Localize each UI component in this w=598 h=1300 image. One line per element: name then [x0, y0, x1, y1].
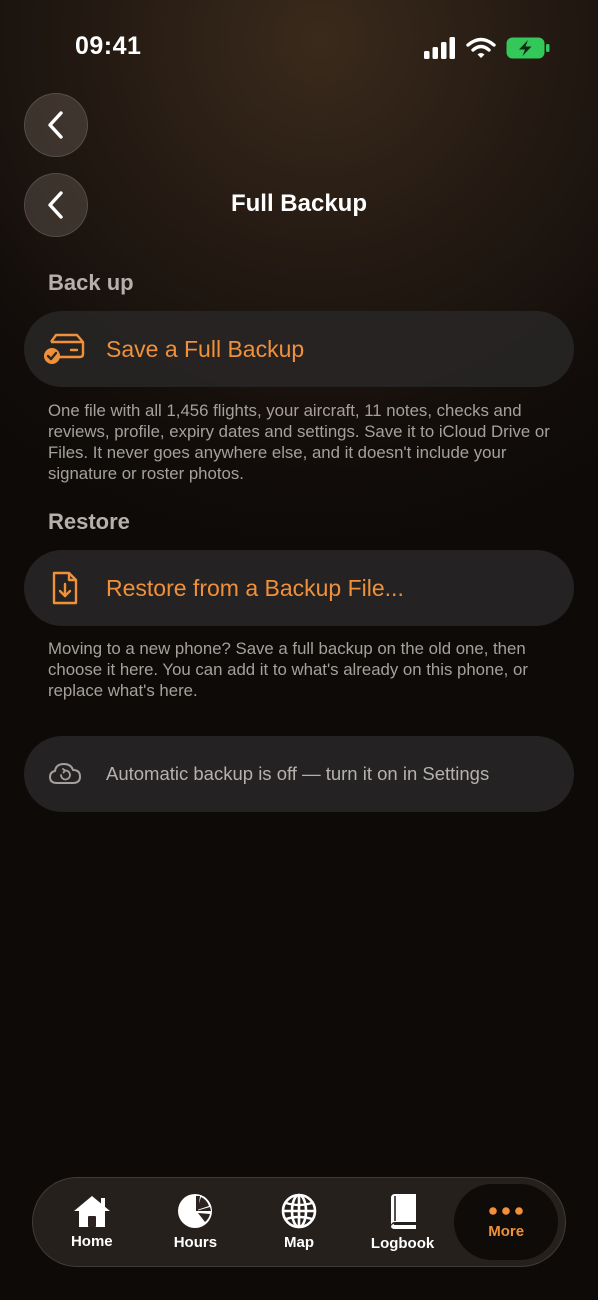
section-header-backup: Back up: [48, 270, 134, 295]
restore-from-backup-button[interactable]: Restore from a Backup File...: [24, 550, 574, 626]
tab-logbook-label: Logbook: [370, 1235, 435, 1252]
automatic-backup-label: Automatic backup is off — turn it on in …: [106, 763, 490, 784]
status-time: 09:41: [75, 32, 142, 60]
tab-home[interactable]: Home: [40, 1184, 144, 1260]
wifi-icon: [466, 37, 496, 58]
page-title: Full Backup: [230, 190, 368, 217]
tab-logbook[interactable]: Logbook: [351, 1184, 455, 1260]
backup-description: One file with all 1,456 flights, your ai…: [48, 401, 550, 483]
chevron-left-icon: [48, 111, 63, 139]
cloud-sync-icon: [24, 761, 106, 787]
tab-home-label: Home: [70, 1233, 113, 1250]
tab-more[interactable]: More: [454, 1184, 558, 1260]
tab-map[interactable]: Map: [247, 1184, 351, 1260]
restore-description: Moving to a new phone? Save a full backu…: [48, 639, 528, 700]
globe-icon: [281, 1193, 317, 1229]
drive-check-icon: [24, 332, 106, 366]
status-icons: [424, 37, 550, 59]
save-full-backup-label: Save a Full Backup: [106, 335, 305, 362]
automatic-backup-row[interactable]: Automatic backup is off — turn it on in …: [24, 736, 574, 812]
cellular-signal-icon: [424, 37, 455, 59]
status-bar: 09:41: [0, 0, 598, 96]
tab-more-label: More: [488, 1223, 525, 1240]
section-header-restore: Restore: [48, 509, 130, 534]
pie-chart-icon: [178, 1194, 213, 1228]
home-icon: [73, 1196, 110, 1227]
more-icon: [489, 1207, 523, 1215]
battery-charging-icon: [506, 37, 550, 59]
tab-hours[interactable]: Hours: [144, 1184, 248, 1260]
file-download-icon: [24, 570, 106, 606]
tab-hours-label: Hours: [173, 1234, 218, 1251]
back-button[interactable]: [24, 93, 88, 157]
save-full-backup-button[interactable]: Save a Full Backup: [24, 311, 574, 387]
tab-map-label: Map: [283, 1234, 314, 1251]
tab-bar: Home Hours Map Logbook More: [32, 1177, 566, 1267]
restore-from-backup-label: Restore from a Backup File...: [106, 574, 404, 601]
book-icon: [390, 1194, 416, 1229]
